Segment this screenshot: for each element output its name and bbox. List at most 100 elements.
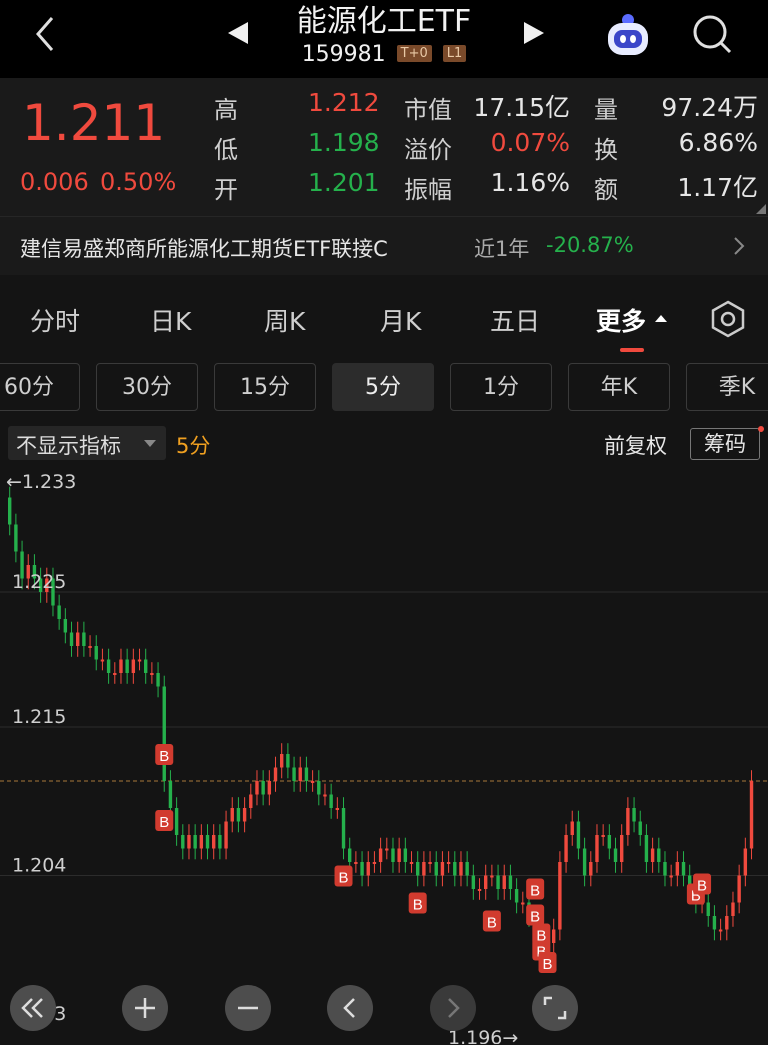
- candle-body: [490, 875, 494, 878]
- candle-body: [428, 862, 432, 864]
- candle-body: [378, 848, 383, 862]
- interval-5min[interactable]: 5分: [332, 363, 434, 411]
- buy-marker-label: B: [413, 897, 423, 914]
- rewind-button[interactable]: [10, 985, 56, 1031]
- candle-body: [391, 848, 395, 862]
- candle-body: [106, 659, 111, 673]
- candle-body: [514, 889, 519, 903]
- candle-body: [620, 835, 624, 862]
- linked-fund-banner[interactable]: 建信易盛郑商所能源化工期货ETF联接C 近1年 -20.87%: [0, 216, 768, 275]
- candle-body: [150, 673, 154, 675]
- y-axis-tick-label: 1.204: [12, 855, 66, 877]
- minus-icon: [238, 1006, 258, 1010]
- candle-body: [552, 929, 556, 943]
- candle-body: [725, 916, 729, 930]
- candle-body: [589, 862, 593, 876]
- interval-yearly-k[interactable]: 年K: [568, 363, 670, 411]
- high-label: 高: [214, 96, 238, 124]
- linked-fund-return: -20.87%: [546, 233, 634, 257]
- buy-marker-label: B: [530, 909, 540, 926]
- candle-body: [298, 767, 302, 781]
- candle-body: [181, 835, 185, 849]
- price-change-pct: 0.50%: [100, 168, 177, 196]
- candle-body: [632, 808, 636, 822]
- candle-body: [409, 862, 414, 864]
- plus-icon: [135, 998, 155, 1018]
- tab-intraday[interactable]: 分时: [30, 302, 80, 338]
- candle-body: [199, 835, 204, 849]
- adjust-mode[interactable]: 前复权: [604, 430, 667, 460]
- buy-marker-label: B: [536, 928, 546, 945]
- amplitude-value: 1.16%: [490, 168, 570, 197]
- linked-fund-name: 建信易盛郑商所能源化工期货ETF联接C: [20, 237, 388, 261]
- candle-body: [706, 902, 710, 916]
- last-price: 1.211: [22, 94, 166, 152]
- open-value: 1.201: [308, 168, 380, 197]
- candle-body: [335, 808, 340, 810]
- zoom-out-button[interactable]: [225, 985, 271, 1031]
- turnover-value: 6.86%: [678, 128, 758, 157]
- candle-body: [570, 821, 574, 835]
- max-price-label: ←1.233: [6, 471, 76, 493]
- candle-body: [663, 862, 667, 876]
- candle-body: [446, 862, 451, 864]
- interval-60min[interactable]: 60分: [0, 363, 80, 411]
- interval-30min[interactable]: 30分: [96, 363, 198, 411]
- candle-body: [657, 848, 661, 862]
- turnover-label: 换: [594, 136, 618, 164]
- candle-body: [144, 659, 148, 673]
- buy-marker-label: B: [543, 956, 553, 973]
- fullscreen-button[interactable]: [532, 985, 578, 1031]
- tab-monthly-k[interactable]: 月K: [380, 302, 421, 338]
- candle-body: [224, 821, 228, 849]
- search-icon[interactable]: [690, 12, 734, 56]
- candle-body: [576, 821, 581, 849]
- candlestick-chart[interactable]: BBBBBBBBBBBB1.2251.2151.2041.193←1.2331.…: [0, 464, 768, 1044]
- tab-weekly-k[interactable]: 周K: [264, 302, 305, 338]
- interval-1min[interactable]: 1分: [450, 363, 552, 411]
- zoom-in-button[interactable]: [122, 985, 168, 1031]
- settings-icon[interactable]: [708, 299, 748, 339]
- candle-body: [286, 754, 290, 768]
- candle-body: [626, 808, 630, 835]
- t0-badge: T+0: [396, 45, 432, 62]
- robot-assistant-icon[interactable]: [602, 8, 654, 60]
- candle-body: [242, 808, 247, 822]
- indicator-dropdown[interactable]: 不显示指标: [8, 426, 166, 460]
- candle-body: [712, 916, 717, 930]
- quote-panel: 1.211 0.006 0.50% 高 1.212 低 1.198 开 1.20…: [0, 78, 768, 216]
- l1-badge: L1: [442, 45, 467, 62]
- candle-body: [255, 781, 259, 795]
- candle-body: [8, 497, 12, 525]
- tab-more[interactable]: 更多: [596, 302, 646, 338]
- candle-body: [125, 659, 129, 673]
- candle-body: [453, 862, 457, 876]
- amount-value: 1.17亿: [677, 173, 758, 202]
- expand-corner-icon[interactable]: [756, 204, 766, 214]
- fund-code: 159981: [301, 42, 386, 67]
- candle-body: [100, 659, 105, 662]
- tab-five-day[interactable]: 五日: [490, 302, 540, 338]
- interval-quarterly-k[interactable]: 季K: [686, 363, 768, 411]
- scroll-right-button[interactable]: [430, 985, 476, 1031]
- candle-body: [193, 835, 197, 849]
- tab-daily-k[interactable]: 日K: [150, 302, 191, 338]
- candle-body: [718, 929, 723, 932]
- candle-body: [212, 835, 216, 849]
- amplitude-label: 振幅: [404, 176, 452, 204]
- candle-body: [743, 848, 748, 876]
- amount-label: 额: [594, 176, 618, 204]
- chart-toolbar: 不显示指标 5分 前复权 筹码: [0, 424, 768, 464]
- chips-button[interactable]: 筹码: [690, 428, 760, 460]
- premium-value: 0.07%: [490, 128, 570, 157]
- candle-body: [737, 875, 741, 903]
- buy-marker-label: B: [159, 814, 169, 831]
- candle-body: [366, 862, 370, 876]
- next-fund-icon[interactable]: [524, 22, 544, 44]
- scroll-left-button[interactable]: [327, 985, 373, 1031]
- candle-body: [168, 781, 173, 808]
- interval-15min[interactable]: 15分: [214, 363, 316, 411]
- chevron-right-icon: [448, 998, 460, 1018]
- candle-body: [675, 862, 680, 876]
- current-interval-label: 5分: [176, 434, 211, 458]
